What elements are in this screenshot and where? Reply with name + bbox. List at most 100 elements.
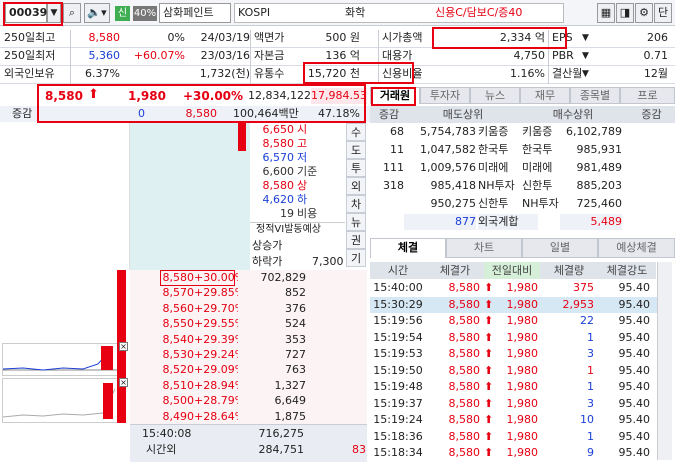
bid-volume: 727	[285, 348, 306, 361]
trade-volume: 3	[587, 347, 594, 360]
order-book: 8,580+30.00%702,8298,570+29.85%8528,560+…	[130, 270, 367, 425]
bid-rate: +29.70%	[194, 301, 238, 315]
trade-scrollbar[interactable]	[657, 262, 672, 460]
side-menu-item[interactable]: 투	[346, 159, 366, 177]
info-cell: 500 원	[325, 31, 360, 44]
trade-tab-0[interactable]: 체결	[370, 238, 446, 258]
close-icon[interactable]: ×	[119, 378, 128, 387]
trade-change: 1,980	[506, 297, 539, 311]
bid-price[interactable]: 8,490	[160, 409, 195, 424]
side-menu-item[interactable]: 수	[346, 123, 366, 141]
trade-change: 1,980	[506, 363, 539, 377]
bid-price[interactable]: 8,530	[160, 347, 195, 362]
chevron-down-icon[interactable]: ▼	[582, 66, 589, 82]
highlight-float	[303, 62, 414, 84]
side-menu-item[interactable]: 차	[346, 195, 366, 213]
buy-broker[interactable]: 신한투	[522, 178, 562, 194]
tab-4[interactable]: 종목별	[570, 87, 620, 104]
info-cell: 0.71	[643, 49, 669, 62]
ask-area	[130, 123, 250, 270]
trade-tab-2[interactable]: 일별	[522, 238, 598, 258]
buy-broker[interactable]: 키움증	[522, 124, 562, 140]
panel-button[interactable]: ◨	[616, 3, 634, 23]
trade-header: 전일대비	[484, 262, 540, 279]
close-icon[interactable]: ×	[119, 342, 128, 351]
speaker-icon: 🔈▾	[87, 6, 107, 19]
chevron-down-icon[interactable]: ▼	[582, 48, 589, 64]
trade-tab-1[interactable]: 차트	[446, 238, 522, 258]
sell-broker[interactable]: 한국투	[478, 142, 518, 158]
search-button[interactable]: ⌕	[63, 3, 81, 23]
trade-change: 1,980	[506, 281, 539, 294]
grid-view-button[interactable]: ▦	[597, 3, 615, 23]
side-menu-item[interactable]: 도	[346, 141, 366, 159]
trade-tab-3[interactable]: 예상체결	[598, 238, 675, 258]
sell-change: 318	[383, 179, 404, 192]
tab-1[interactable]: 투자자	[420, 87, 470, 104]
buy-broker[interactable]: 한국투	[522, 142, 562, 158]
after-hours-v3: 83	[352, 443, 366, 456]
broker-header: 매도상위	[408, 106, 518, 123]
settings-button[interactable]: ⚙	[635, 3, 653, 23]
trade-header: 체결강도	[598, 262, 656, 279]
side-menu-item[interactable]: 뉴	[346, 213, 366, 231]
info-cell: 12월	[643, 67, 668, 80]
trade-strength: 95.40	[618, 314, 651, 327]
side-menu-item[interactable]: 기	[346, 249, 366, 267]
bid-price[interactable]: 8,540	[160, 332, 195, 347]
bid-rate: +29.55%	[194, 317, 238, 331]
ask-volume-column	[0, 123, 130, 270]
trade-strength: 95.40	[618, 330, 651, 344]
sound-button[interactable]: 🔈▾	[84, 3, 110, 23]
trade-strength: 95.40	[618, 446, 651, 459]
tab-3[interactable]: 재무	[520, 87, 570, 104]
tab-5[interactable]: 프로	[620, 87, 675, 104]
info-cell: 206	[647, 31, 668, 44]
trade-change: 1,980	[506, 380, 539, 393]
sell-broker[interactable]: 신한투	[478, 196, 518, 212]
bid-price[interactable]: 8,550	[160, 316, 195, 331]
sell-broker[interactable]: 키움증	[478, 124, 518, 140]
single-button[interactable]: 단	[654, 3, 672, 23]
trade-strength: 95.40	[618, 297, 651, 311]
stat-label: 상	[297, 179, 308, 192]
credit-info: 신용C/담보C/증40	[435, 6, 523, 19]
trade-price: 8,580	[448, 380, 481, 393]
bid-price[interactable]: 8,500	[160, 393, 195, 408]
sell-broker[interactable]: 미래에	[478, 160, 518, 176]
bid-volume: 353	[285, 332, 306, 346]
search-icon: ⌕	[68, 6, 76, 19]
bid-price[interactable]: 8,560	[160, 301, 195, 316]
chevron-down-icon[interactable]: ▼	[582, 30, 589, 46]
col-divider	[70, 30, 71, 84]
broker-header: 증감	[628, 106, 675, 123]
trade-price: 8,580	[448, 396, 481, 410]
up-arrow-icon: ⬆	[484, 281, 494, 294]
trade-strength: 95.40	[618, 396, 651, 410]
bid-price[interactable]: 8,580	[160, 270, 195, 285]
trade-header: 체결가	[426, 262, 484, 279]
buy-broker[interactable]: 미래에	[522, 160, 562, 176]
side-menu-item[interactable]: 외	[346, 177, 366, 195]
sell-broker[interactable]: NH투자	[478, 178, 518, 194]
stat-value: 6,650	[262, 123, 295, 136]
stock-name: 삼화페인트	[159, 3, 231, 23]
tab-2[interactable]: 뉴스	[470, 87, 520, 104]
credit-badge: 신	[115, 6, 130, 21]
trade-time: 15:18:34	[373, 446, 423, 459]
sell-volume: 1,047,582	[420, 143, 476, 156]
foreign-buy: 5,489	[560, 214, 622, 230]
bid-price[interactable]: 8,520	[160, 362, 195, 377]
info-cell: 1,732(천)	[199, 67, 250, 80]
bid-price[interactable]: 8,510	[160, 378, 195, 393]
trade-strength: 95.40	[618, 380, 651, 393]
trade-change: 1,980	[506, 413, 539, 426]
bid-rate: +30.00%	[194, 271, 238, 284]
up-arrow-icon: ⬆	[484, 413, 494, 426]
trade-time: 15:40:00	[373, 281, 423, 294]
buy-broker[interactable]: NH투자	[522, 196, 562, 212]
side-menu-item[interactable]: 권	[346, 231, 366, 249]
trade-price: 8,580	[448, 330, 481, 344]
bid-price[interactable]: 8,570	[160, 285, 195, 300]
sell-change: 111	[383, 161, 404, 174]
